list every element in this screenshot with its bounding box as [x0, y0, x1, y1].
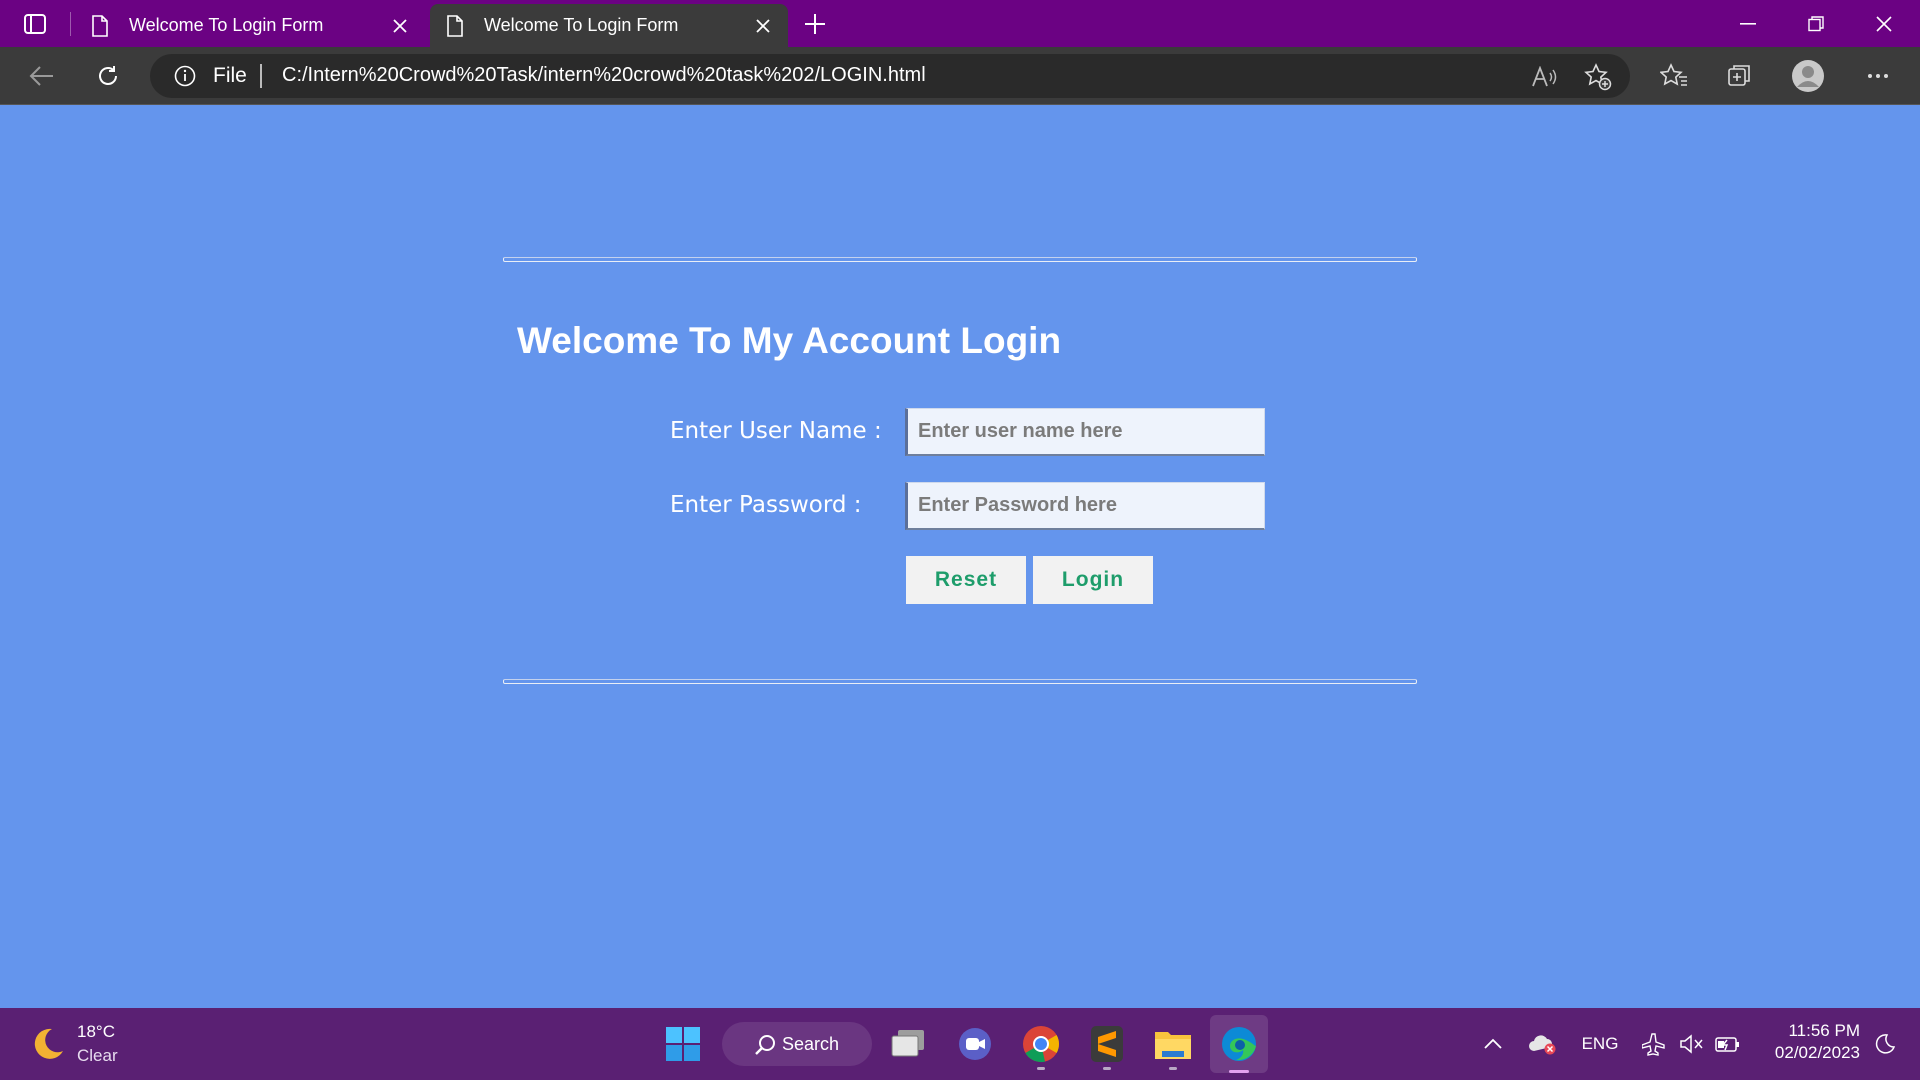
reset-button[interactable]: Reset: [906, 556, 1026, 604]
system-clock[interactable]: 11:56 PM 02/02/2023: [1750, 1020, 1860, 1064]
username-label: Enter User Name :: [670, 418, 882, 444]
battery-charging-icon[interactable]: [1714, 1028, 1742, 1060]
tab-welcome-login-2[interactable]: Welcome To Login Form: [430, 4, 788, 47]
tab-separator: [70, 12, 71, 36]
collections-icon[interactable]: [1722, 59, 1758, 93]
clock-date: 02/02/2023: [1774, 1043, 1860, 1062]
add-favorite-icon[interactable]: [1584, 63, 1612, 91]
edge-icon[interactable]: [1210, 1015, 1268, 1073]
refresh-icon[interactable]: [90, 59, 126, 93]
address-url[interactable]: C:/Intern%20Crowd%20Task/intern%20crowd%…: [282, 64, 926, 87]
language-indicator[interactable]: ENG: [1578, 1028, 1622, 1060]
chevron-up-icon[interactable]: [1480, 1028, 1506, 1060]
restore-icon[interactable]: [1782, 0, 1850, 47]
airplane-mode-icon[interactable]: [1640, 1028, 1668, 1060]
search-icon: [755, 1035, 775, 1055]
page-title: Welcome To My Account Login: [517, 320, 1062, 361]
onedrive-error-icon[interactable]: [1526, 1028, 1560, 1060]
bottom-horizontal-rule: [503, 679, 1417, 684]
running-indicator: [1169, 1067, 1177, 1070]
volume-muted-icon[interactable]: [1678, 1028, 1706, 1060]
active-app-indicator: [1229, 1070, 1249, 1073]
page-icon: [92, 14, 108, 37]
page-icon: [447, 14, 463, 37]
back-arrow-icon[interactable]: [24, 59, 60, 93]
profile-avatar-icon[interactable]: [1790, 59, 1826, 93]
tab-welcome-login-1[interactable]: Welcome To Login Form: [75, 4, 425, 47]
windows-start-icon[interactable]: [661, 1022, 705, 1066]
new-tab-icon[interactable]: [800, 11, 830, 37]
close-window-icon[interactable]: [1850, 0, 1918, 47]
tab-title: Welcome To Login Form: [484, 15, 679, 35]
do-not-disturb-moon-icon[interactable]: [1870, 1028, 1900, 1060]
chrome-icon[interactable]: [1019, 1022, 1063, 1070]
weather-temperature[interactable]: 18°C: [77, 1022, 115, 1042]
top-horizontal-rule: [503, 257, 1417, 262]
favorites-icon[interactable]: [1656, 59, 1692, 93]
moon-weather-icon[interactable]: [30, 1026, 66, 1062]
sublime-text-icon[interactable]: [1085, 1022, 1129, 1070]
browser-toolbar: File C:/Intern%20Crowd%20Task/intern%20c…: [0, 47, 1920, 105]
address-divider: [260, 64, 262, 88]
running-indicator: [1103, 1067, 1111, 1070]
address-scheme: File: [213, 64, 247, 87]
close-tab-icon[interactable]: [752, 15, 774, 37]
browser-title-bar: Welcome To Login Form Welcome To Login F…: [0, 0, 1920, 47]
tab-title: Welcome To Login Form: [129, 15, 324, 35]
search-label: Search: [782, 1033, 840, 1054]
windows-taskbar: 18°C Clear Search ENG 11:56 PM 02/02/202…: [0, 1008, 1920, 1080]
address-bar[interactable]: File C:/Intern%20Crowd%20Task/intern%20c…: [150, 54, 1630, 98]
teams-meet-icon[interactable]: [953, 1022, 997, 1066]
taskbar-search[interactable]: Search: [722, 1022, 872, 1066]
tab-actions-icon[interactable]: [22, 12, 48, 36]
read-aloud-icon[interactable]: [1530, 63, 1558, 91]
username-input[interactable]: [905, 408, 1265, 456]
password-label: Enter Password :: [670, 492, 862, 518]
weather-description[interactable]: Clear: [77, 1046, 118, 1066]
info-icon[interactable]: [174, 65, 196, 87]
close-tab-icon[interactable]: [389, 15, 411, 37]
login-button[interactable]: Login: [1033, 556, 1153, 604]
file-explorer-icon[interactable]: [1151, 1022, 1195, 1070]
task-view-icon[interactable]: [886, 1022, 930, 1066]
more-options-icon[interactable]: [1860, 59, 1896, 93]
minimize-icon[interactable]: [1714, 0, 1782, 47]
password-input[interactable]: [905, 482, 1265, 530]
running-indicator: [1037, 1067, 1045, 1070]
clock-time: 11:56 PM: [1788, 1021, 1860, 1040]
